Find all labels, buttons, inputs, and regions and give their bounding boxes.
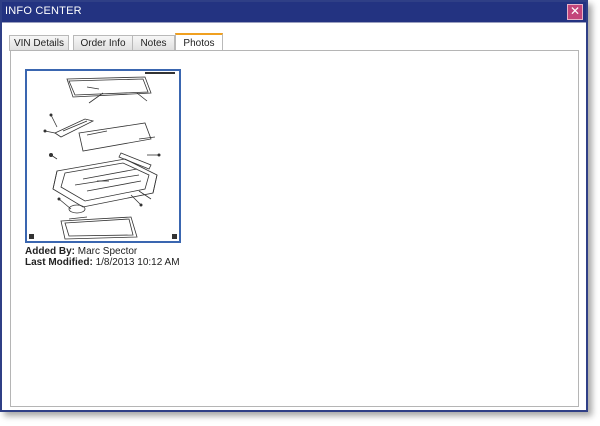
added-by-value: Marc Spector xyxy=(77,246,138,257)
info-center-window: INFO CENTER ✕ VIN Details Order Info Not… xyxy=(0,0,588,412)
close-icon: ✕ xyxy=(569,4,581,18)
added-by-label: Added By: xyxy=(25,246,75,257)
sunroof-diagram-icon xyxy=(29,72,177,240)
close-button[interactable]: ✕ xyxy=(567,4,583,20)
tab-order-info[interactable]: Order Info xyxy=(73,35,133,51)
last-modified-label: Last Modified: xyxy=(25,257,93,268)
window-title: INFO CENTER xyxy=(5,5,82,17)
title-bar[interactable]: INFO CENTER ✕ xyxy=(2,2,586,23)
photos-panel: Added By: Marc Spector Last Modified: 1/… xyxy=(10,50,579,407)
last-modified-value: 1/8/2013 10:12 AM xyxy=(95,257,180,268)
photo-metadata: Added By: Marc Spector Last Modified: 1/… xyxy=(25,246,180,268)
photo-thumbnail[interactable] xyxy=(25,69,181,243)
tab-notes[interactable]: Notes xyxy=(132,35,175,51)
tab-vin-details[interactable]: VIN Details xyxy=(9,35,69,51)
